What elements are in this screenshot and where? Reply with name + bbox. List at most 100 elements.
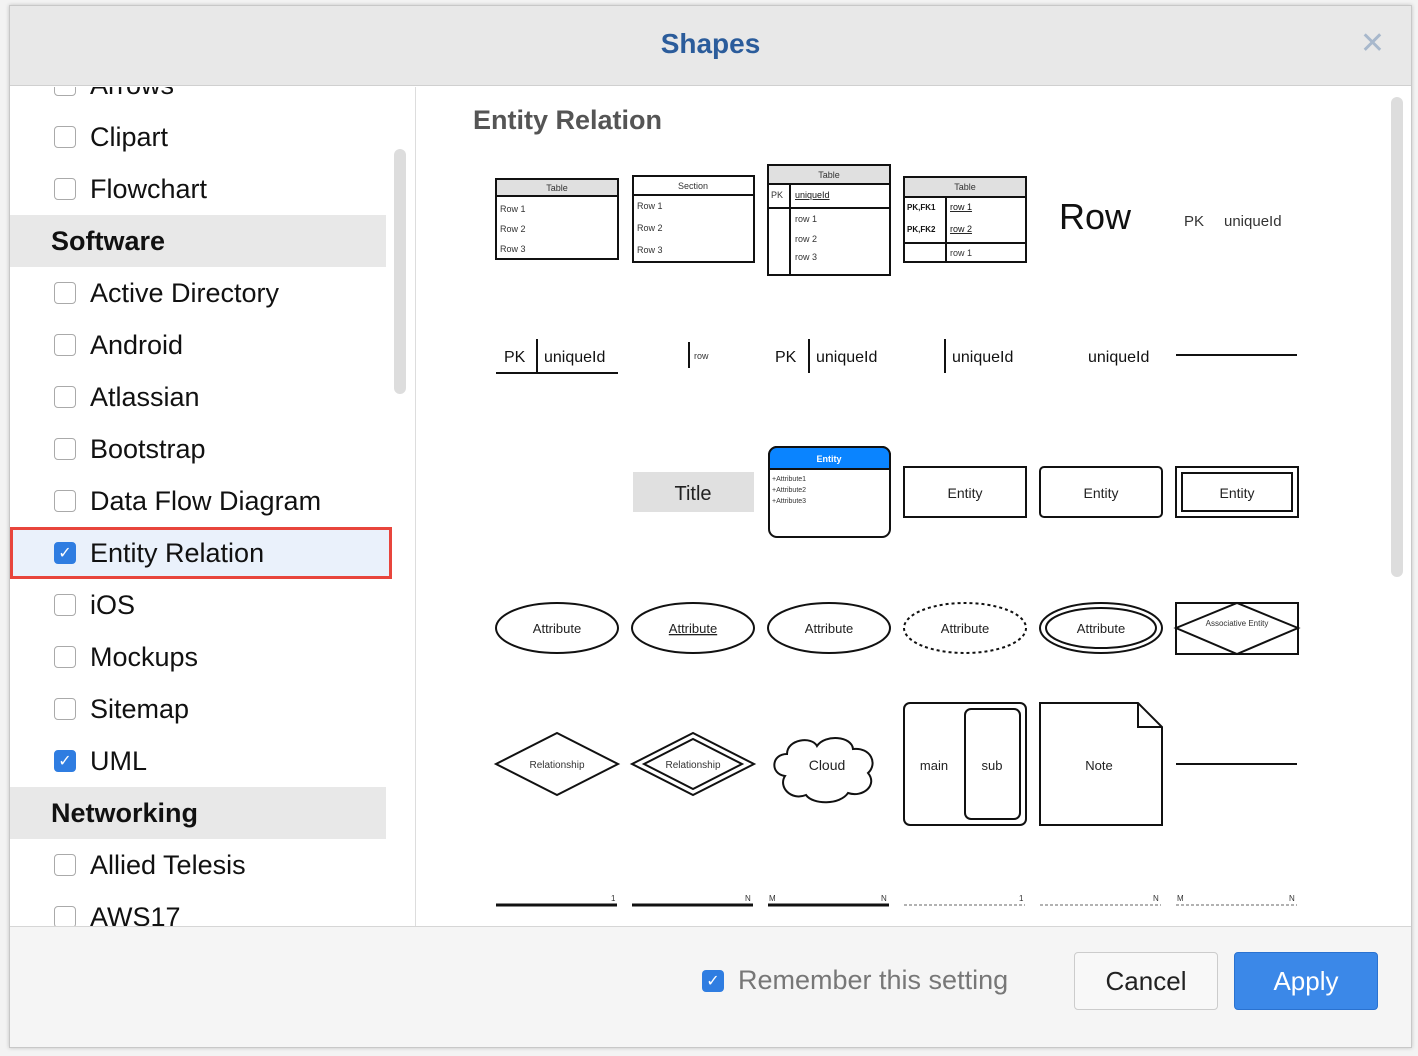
checkbox-checked-icon[interactable]: ✓ (54, 750, 76, 772)
svg-text:PK,FK2: PK,FK2 (907, 225, 936, 234)
shape-derived-attribute[interactable]: Attribute (903, 602, 1027, 654)
library-item[interactable]: Flowchart (10, 163, 386, 215)
shape-cloud[interactable]: Cloud (773, 737, 874, 804)
shape-entity-rounded[interactable]: Entity (1039, 466, 1163, 518)
checkbox-icon[interactable] (54, 490, 76, 512)
svg-text:PK: PK (771, 190, 783, 200)
checkbox-icon[interactable] (54, 854, 76, 876)
shape-pk-table[interactable]: Table PK uniqueId row 1 row 2 row 3 (767, 164, 891, 276)
shape-attribute-2[interactable]: Attribute (767, 602, 891, 654)
shape-fk-table[interactable]: Table PK,FK1 PK,FK2 row 1 row 2 row 1 (903, 176, 1027, 263)
shape-edge-one[interactable]: 1 (496, 894, 617, 907)
checkbox-icon[interactable] (54, 646, 76, 668)
library-item-label: UML (90, 745, 148, 776)
svg-text:Entity: Entity (816, 454, 841, 464)
shape-note[interactable]: Note (1039, 702, 1163, 826)
shape-row-small[interactable]: row (688, 342, 709, 368)
shape-identifying-relationship[interactable]: Relationship (629, 731, 757, 797)
shape-pk-attribute[interactable]: PK uniqueId (775, 339, 877, 373)
shape-uniqueid-label[interactable]: uniqueId (1224, 213, 1282, 230)
shape-attribute[interactable]: Attribute (495, 602, 619, 654)
shape-associative-entity[interactable]: Associative Entity (1173, 601, 1301, 656)
svg-text:Row 3: Row 3 (637, 245, 663, 255)
checkbox-icon[interactable] (54, 178, 76, 200)
library-item[interactable]: ✓ Entity Relation (10, 527, 392, 579)
checkbox-icon[interactable] (54, 438, 76, 460)
checkbox-checked-icon[interactable]: ✓ (54, 542, 76, 564)
shape-dashed-edge-many[interactable]: N (1040, 894, 1161, 906)
svg-text:Row 2: Row 2 (637, 223, 663, 233)
library-item[interactable]: Arrows (10, 87, 386, 111)
svg-text:uniqueId: uniqueId (544, 349, 605, 366)
shape-table[interactable]: Table Row 1 Row 2 Row 3 (495, 178, 619, 260)
shape-dashed-edge-one[interactable]: 1 (904, 894, 1025, 906)
shape-pk-row[interactable]: PK uniqueId (496, 339, 618, 374)
library-item[interactable]: iOS (10, 579, 386, 631)
library-item[interactable]: Android (10, 319, 386, 371)
sidebar-scrollbar[interactable] (394, 149, 406, 394)
svg-text:sub: sub (982, 758, 1003, 773)
svg-text:row 1: row 1 (795, 214, 817, 224)
shape-row[interactable]: Row (1059, 196, 1132, 237)
svg-text:Section: Section (678, 181, 708, 191)
shape-weak-entity[interactable]: Entity (1175, 466, 1299, 518)
checkbox-icon[interactable] (54, 282, 76, 304)
remember-setting-checkbox[interactable]: ✓ Remember this setting (702, 965, 1008, 996)
shape-dashed-edge-m-n[interactable]: MN (1176, 894, 1297, 906)
svg-text:+Attribute1: +Attribute1 (772, 476, 806, 483)
shape-title[interactable]: Title (633, 472, 754, 512)
svg-text:Attribute: Attribute (533, 621, 581, 636)
svg-text:Relationship: Relationship (529, 760, 584, 771)
shape-section-table[interactable]: Section Row 1 Row 2 Row 3 (632, 175, 755, 263)
library-item[interactable]: Mockups (10, 631, 386, 683)
library-item[interactable]: ✓ UML (10, 735, 386, 787)
shape-pk-label[interactable]: PK (1184, 213, 1204, 230)
shape-entity[interactable]: Entity (903, 466, 1027, 518)
library-item-label: iOS (90, 589, 136, 620)
shape-multivalued-attribute[interactable]: Attribute (1039, 602, 1163, 654)
checkbox-icon[interactable] (54, 87, 76, 96)
remember-label: Remember this setting (738, 965, 1009, 995)
checkbox-icon[interactable] (54, 126, 76, 148)
library-item[interactable]: Active Directory (10, 267, 386, 319)
svg-text:row 3: row 3 (795, 252, 817, 262)
library-item[interactable]: Atlassian (10, 371, 386, 423)
checkbox-icon[interactable] (54, 594, 76, 616)
apply-button[interactable]: Apply (1234, 952, 1378, 1010)
svg-text:Row 1: Row 1 (637, 201, 663, 211)
library-item[interactable]: AWS17 (10, 891, 386, 927)
close-icon[interactable]: ✕ (1360, 26, 1385, 61)
shape-main-sub[interactable]: main sub (903, 702, 1027, 826)
group-header: Networking (10, 787, 386, 839)
shape-relationship[interactable]: Relationship (493, 731, 621, 797)
library-item[interactable]: Data Flow Diagram (10, 475, 386, 527)
svg-text:Attribute: Attribute (1077, 621, 1125, 636)
library-item[interactable]: Allied Telesis (10, 839, 386, 891)
checkbox-checked-icon[interactable]: ✓ (702, 969, 724, 992)
svg-text:row 1: row 1 (950, 202, 972, 212)
shape-entity-attributes[interactable]: Entity +Attribute1 +Attribute2 +Attribut… (768, 446, 891, 538)
library-item[interactable]: Bootstrap (10, 423, 386, 475)
library-item-label: Sitemap (90, 693, 190, 724)
svg-text:M: M (769, 894, 776, 903)
shape-key-attribute[interactable]: Attribute (631, 602, 755, 654)
checkbox-icon[interactable] (54, 698, 76, 720)
svg-text:PK: PK (775, 349, 797, 366)
checkbox-icon[interactable] (54, 334, 76, 356)
shape-attribute-divider[interactable]: uniqueId (944, 339, 1013, 373)
cancel-button[interactable]: Cancel (1074, 952, 1218, 1010)
svg-text:row 2: row 2 (795, 234, 817, 244)
library-item[interactable]: Sitemap (10, 683, 386, 735)
shape-edge-m-n[interactable]: MN (768, 894, 889, 907)
library-item-label: Entity Relation (90, 537, 265, 568)
library-item[interactable]: Clipart (10, 111, 386, 163)
library-list[interactable]: Arrows Clipart Flowchart Software Active Dir… (10, 87, 416, 927)
svg-text:Attribute: Attribute (669, 621, 717, 636)
library-item-label: Flowchart (90, 173, 208, 204)
svg-text:Entity: Entity (1219, 485, 1254, 501)
shape-edge-many[interactable]: N (632, 894, 753, 907)
checkbox-icon[interactable] (54, 906, 76, 927)
checkbox-icon[interactable] (54, 386, 76, 408)
shape-uniqueid[interactable]: uniqueId (1088, 349, 1149, 366)
svg-text:Associative Entity: Associative Entity (1206, 619, 1269, 628)
